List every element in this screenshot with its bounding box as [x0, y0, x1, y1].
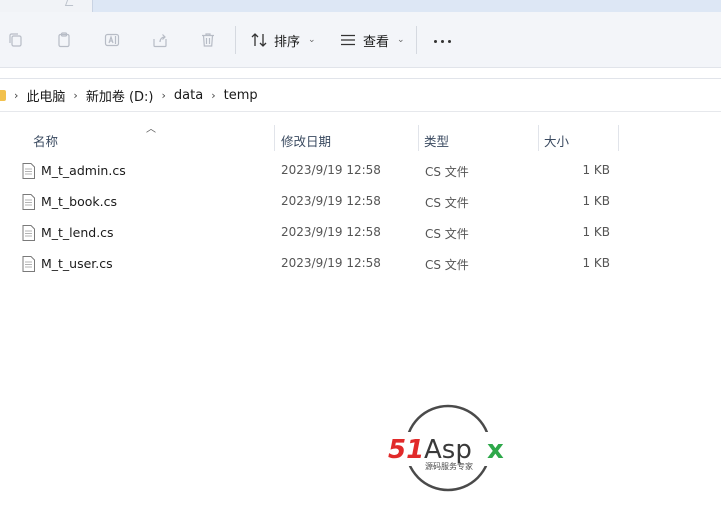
column-header-name-label: 名称	[33, 133, 59, 149]
column-header-size-label: 大小	[544, 133, 570, 149]
sort-label: 排序	[274, 34, 301, 50]
file-modified: 2023/9/19 12:58	[281, 256, 381, 270]
file-name: M_t_book.cs	[41, 194, 118, 209]
chevron-right-icon[interactable]: ›	[162, 89, 166, 102]
file-modified: 2023/9/19 12:58	[281, 225, 381, 239]
file-modified: 2023/9/19 12:58	[281, 194, 381, 208]
column-divider[interactable]	[274, 125, 275, 151]
text-file-icon	[22, 194, 35, 210]
file-name: M_t_admin.cs	[41, 163, 126, 178]
file-size: 1 KB	[582, 256, 610, 270]
breadcrumb-drive-d[interactable]: 新加卷 (D:)	[86, 86, 154, 105]
chevron-down-icon: ⌄	[397, 35, 405, 45]
rename-icon[interactable]	[100, 28, 124, 52]
breadcrumb-data[interactable]: data	[174, 88, 203, 103]
delete-icon[interactable]	[196, 28, 220, 52]
toolbar-divider	[416, 26, 417, 54]
file-row[interactable]: M_t_user.cs 2023/9/19 12:58 CS 文件 1 KB	[20, 248, 620, 279]
file-name: M_t_user.cs	[41, 256, 113, 271]
share-icon[interactable]	[148, 28, 172, 52]
column-header-modified-label: 修改日期	[281, 133, 332, 149]
view-button[interactable]: 查看 ⌄	[339, 26, 405, 54]
file-size: 1 KB	[582, 163, 610, 177]
view-label: 查看	[363, 34, 390, 50]
active-tab[interactable]	[92, 0, 721, 12]
command-bar: 排序 ⌄ 查看 ⌄	[0, 12, 721, 68]
tab-separator	[64, 0, 76, 6]
breadcrumb-this-pc[interactable]: 此电脑	[26, 86, 65, 105]
svg-text:51: 51	[388, 435, 424, 465]
paste-icon[interactable]	[52, 28, 76, 52]
file-size: 1 KB	[582, 225, 610, 239]
more-icon[interactable]	[430, 38, 454, 44]
svg-text:x: x	[487, 435, 504, 465]
column-header-size[interactable]: 大小	[544, 126, 616, 154]
file-type: CS 文件	[425, 165, 469, 179]
column-divider[interactable]	[538, 125, 539, 151]
watermark-logo: 51 Asp x 源码服务专家	[386, 404, 512, 492]
file-name: M_t_lend.cs	[41, 225, 114, 240]
sort-button[interactable]: 排序 ⌄	[250, 26, 316, 54]
chevron-down-icon: ⌄	[308, 35, 316, 45]
chevron-right-icon[interactable]: ›	[211, 89, 215, 102]
toolbar-divider	[235, 26, 236, 54]
copy-icon[interactable]	[4, 28, 28, 52]
tab-strip	[0, 0, 721, 12]
file-type: CS 文件	[425, 258, 469, 272]
column-header-row: ︿ 名称 修改日期 类型 大小	[0, 120, 721, 154]
column-header-type[interactable]: 类型	[424, 126, 536, 154]
column-divider[interactable]	[418, 125, 419, 151]
file-row[interactable]: M_t_admin.cs 2023/9/19 12:58 CS 文件 1 KB	[20, 155, 620, 186]
svg-text:Asp: Asp	[424, 435, 472, 465]
file-modified: 2023/9/19 12:58	[281, 163, 381, 177]
file-row[interactable]: M_t_book.cs 2023/9/19 12:58 CS 文件 1 KB	[20, 186, 620, 217]
file-size: 1 KB	[582, 194, 610, 208]
sort-icon	[251, 33, 267, 47]
column-header-type-label: 类型	[424, 133, 450, 149]
chevron-right-icon[interactable]: ›	[73, 89, 77, 102]
text-file-icon	[22, 256, 35, 272]
address-bar[interactable]: › 此电脑 › 新加卷 (D:) › data › temp	[0, 78, 721, 112]
file-type: CS 文件	[425, 196, 469, 210]
text-file-icon	[22, 225, 35, 241]
file-type: CS 文件	[425, 227, 469, 241]
column-header-name[interactable]: 名称	[33, 126, 271, 154]
folder-icon	[0, 89, 6, 101]
file-row[interactable]: M_t_lend.cs 2023/9/19 12:58 CS 文件 1 KB	[20, 217, 620, 248]
view-icon	[341, 34, 355, 46]
text-file-icon	[22, 163, 35, 179]
svg-text:源码服务专家: 源码服务专家	[425, 461, 473, 471]
breadcrumb-temp[interactable]: temp	[224, 88, 258, 103]
column-header-modified[interactable]: 修改日期	[281, 126, 416, 154]
chevron-right-icon[interactable]: ›	[14, 89, 18, 102]
column-divider[interactable]	[618, 125, 619, 151]
